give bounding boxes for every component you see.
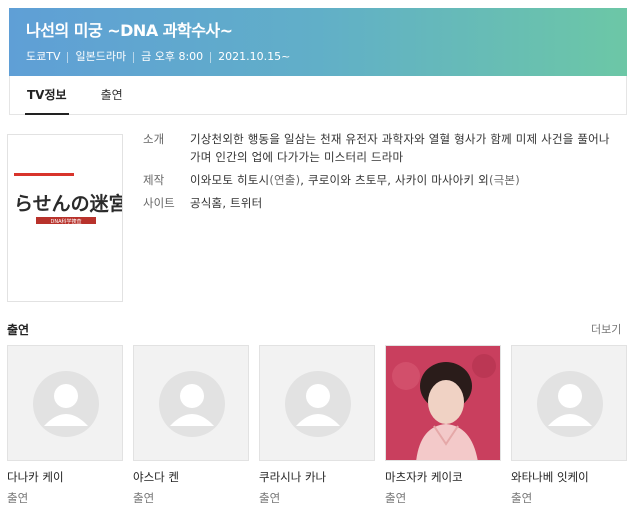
program-title[interactable]: 나선의 미궁 ~DNA 과학수사~ [26, 20, 610, 42]
production-text: 이와모토 히토시(연출), 쿠로이와 츠토무, 사카이 마사아키 외(극본) [190, 173, 520, 187]
cast-role: 출연 [7, 491, 29, 505]
person-placeholder-icon [159, 371, 225, 437]
tab-cast[interactable]: 출연 [101, 76, 123, 114]
director-role: (연출) [269, 173, 301, 187]
cast-photo[interactable] [385, 345, 501, 461]
site-label: 사이트 [143, 196, 175, 210]
cast-card[interactable]: 마츠자카 케이코 출연 [385, 345, 501, 506]
person-placeholder-icon [537, 371, 603, 437]
airtime-label: 금 오후 8:00 [141, 50, 204, 63]
production-label: 제작 [143, 173, 165, 187]
cast-photo-placeholder[interactable] [133, 345, 249, 461]
poster-sub-text: DNA科学捜査 [50, 218, 81, 225]
program-poster[interactable]: らせんの迷宮 DNA科学捜査 [7, 134, 123, 302]
site-links[interactable]: 공식홈, 트위터 [190, 194, 262, 212]
cast-card[interactable]: 야스다 켄 출연 [133, 345, 249, 506]
program-meta: 도쿄TV 일본드라마 금 오후 8:00 2021.10.15~ [26, 50, 610, 64]
program-header: 나선의 미궁 ~DNA 과학수사~ 도쿄TV 일본드라마 금 오후 8:00 2… [9, 8, 627, 76]
person-placeholder-icon [33, 371, 99, 437]
writers-link[interactable]: 쿠로이와 츠토무, 사카이 마사아키 외 [308, 173, 489, 187]
cast-name[interactable]: 다나카 케이 [7, 468, 123, 486]
synopsis-row: 소개 기상천외한 행동을 일삼는 천재 유전자 과학자와 열혈 형사가 함께 미… [143, 130, 613, 166]
poster-logo-text: らせんの迷宮 [14, 192, 123, 215]
cast-card[interactable]: 다나카 케이 출연 [7, 345, 123, 506]
tab-tv-info[interactable]: TV정보 [25, 76, 69, 115]
poster-image: らせんの迷宮 DNA科学捜査 [8, 135, 123, 301]
program-info: 소개 기상천외한 행동을 일삼는 천재 유전자 과학자와 열혈 형사가 함께 미… [143, 130, 613, 217]
cast-name[interactable]: 와타나베 잇케이 [511, 468, 627, 486]
cast-section-title: 출연 [7, 323, 30, 337]
genre-label: 일본드라마 [75, 50, 127, 63]
meta-divider [67, 51, 69, 63]
director-link[interactable]: 이와모토 히토시 [190, 173, 269, 187]
cast-role: 출연 [511, 491, 533, 505]
cast-role: 출연 [385, 491, 407, 505]
meta-divider [210, 51, 212, 63]
writers-role: (극본) [488, 173, 520, 187]
synopsis-label: 소개 [143, 132, 165, 146]
more-button[interactable]: 더보기 [591, 321, 621, 337]
cast-name[interactable]: 마츠자카 케이코 [385, 468, 501, 486]
cast-role: 출연 [133, 491, 155, 505]
cast-photo-placeholder[interactable] [511, 345, 627, 461]
channel-label: 도쿄TV [26, 50, 61, 63]
tab-bar: TV정보 출연 [9, 76, 627, 115]
cast-card[interactable]: 와타나베 잇케이 출연 [511, 345, 627, 506]
cast-name[interactable]: 야스다 켄 [133, 468, 249, 486]
production-row: 제작 이와모토 히토시(연출), 쿠로이와 츠토무, 사카이 마사아키 외(극본… [143, 171, 613, 189]
person-placeholder-icon [285, 371, 351, 437]
cast-role: 출연 [259, 491, 281, 505]
actor-portrait [386, 346, 500, 460]
cast-photo-placeholder[interactable] [259, 345, 375, 461]
cast-name[interactable]: 쿠라시나 카나 [259, 468, 375, 486]
synopsis-text: 기상천외한 행동을 일삼는 천재 유전자 과학자와 열혈 형사가 함께 미제 사… [190, 132, 610, 164]
air-date-label: 2021.10.15~ [218, 50, 291, 63]
cast-card[interactable]: 쿠라시나 카나 출연 [259, 345, 375, 506]
meta-divider [133, 51, 135, 63]
cast-photo-placeholder[interactable] [7, 345, 123, 461]
site-row: 사이트 공식홈, 트위터 [143, 194, 613, 212]
